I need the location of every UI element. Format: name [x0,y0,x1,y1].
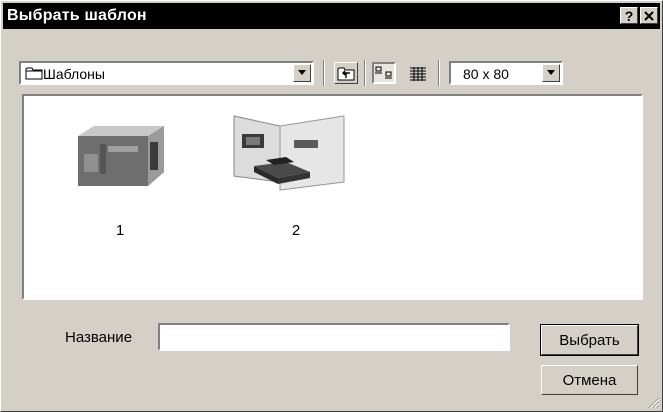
template-item[interactable]: 1 [64,124,174,244]
template-item[interactable]: 2 [224,112,354,242]
toolbar-separator [323,60,325,86]
cancel-button[interactable]: Отмена [541,365,638,395]
up-folder-button[interactable] [334,62,358,84]
toolbar-separator [364,60,366,86]
help-button[interactable]: ? [620,7,638,24]
template-thumbnail [233,115,345,191]
thumbnail-size-value: 80 x 80 [463,66,509,82]
list-view-icon [410,67,426,81]
close-button[interactable] [640,7,658,24]
dialog-window: Выбрать шаблон ? Шаблоны 80 x 80 1 2 Наз… [0,0,663,412]
list-view-button[interactable] [406,62,430,84]
toolbar-separator [438,60,440,86]
resize-grip-icon[interactable] [646,395,660,409]
name-field[interactable] [158,323,510,351]
template-label: 1 [115,222,125,239]
folder-icon [25,67,43,80]
up-folder-icon [337,67,355,81]
large-icons-view-button[interactable] [372,62,396,84]
large-icons-view-icon [375,66,392,79]
select-button[interactable]: Выбрать [540,324,639,356]
template-thumbnail [78,126,164,186]
template-label: 2 [291,222,301,239]
folder-select[interactable]: Шаблоны [19,61,314,85]
name-label: Название [65,329,133,346]
chevron-down-icon [547,70,555,75]
size-dropdown-button[interactable] [542,64,560,82]
chevron-down-icon [298,70,306,75]
folder-dropdown-button[interactable] [293,64,311,82]
thumbnail-size-select[interactable]: 80 x 80 [449,61,563,85]
template-list[interactable]: 1 2 [22,94,643,300]
folder-select-value: Шаблоны [43,66,105,82]
title-bar[interactable]: Выбрать шаблон ? [3,3,660,29]
close-icon [644,11,654,21]
dialog-title: Выбрать шаблон [7,7,147,24]
